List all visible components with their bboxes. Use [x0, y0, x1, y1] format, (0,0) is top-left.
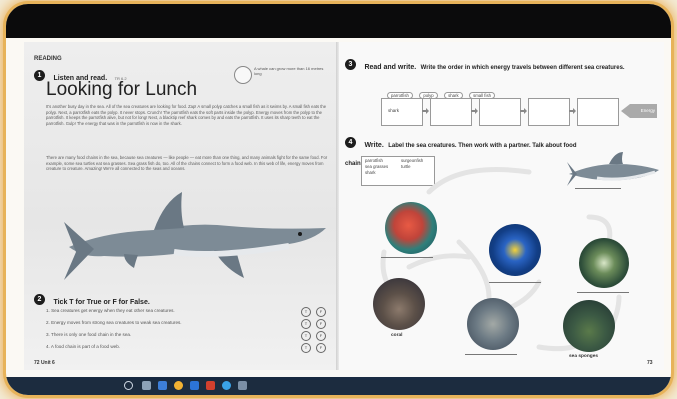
shark-illustration — [64, 192, 326, 280]
coral-photo — [373, 278, 425, 330]
statement-text: 2. Energy moves from strong sea creature… — [46, 320, 182, 325]
app-icon[interactable] — [206, 381, 215, 390]
window-top-bar — [6, 4, 671, 38]
right-book-page: 3 Read and write. Write the order in whi… — [339, 42, 664, 370]
left-book-page: READING 1 Listen and read. TR 6.2 Lookin… — [24, 42, 337, 370]
app-icon[interactable] — [190, 381, 199, 390]
true-option[interactable]: T — [301, 331, 311, 341]
activity2-header: 2 Tick T for True or F for False. — [34, 291, 150, 309]
answer-line[interactable] — [577, 292, 629, 293]
answer-line[interactable] — [489, 282, 541, 283]
true-option[interactable]: T — [301, 343, 311, 353]
false-option[interactable]: F — [316, 343, 326, 353]
answer-line[interactable] — [575, 188, 621, 189]
answer-line[interactable] — [465, 354, 517, 355]
sponges-label: sea sponges — [569, 354, 599, 359]
story-title: Looking for Lunch — [46, 79, 198, 100]
left-page-footer: 72 Unit 6 — [34, 360, 55, 366]
search-icon[interactable] — [124, 381, 133, 390]
statement-row: 4. A food chain is part of a food web. T… — [46, 343, 331, 353]
surgeonfish-photo — [489, 224, 541, 276]
browser-icon[interactable] — [174, 381, 183, 390]
activity1-number: 1 — [34, 70, 45, 82]
app-icon[interactable] — [158, 381, 167, 390]
activity2-title: Tick T for True or F for False. — [53, 299, 150, 306]
taskbar — [6, 377, 671, 395]
turtle-photo — [579, 238, 629, 288]
screen-frame: READING 1 Listen and read. TR 6.2 Lookin… — [6, 4, 671, 395]
app-icon[interactable] — [222, 381, 231, 390]
statement-text: 4. A food chain is part of a food web. — [46, 344, 121, 349]
statement-row: 1. Sea creatures get energy when they ea… — [46, 307, 331, 317]
fact-badge-icon — [234, 66, 252, 84]
statement-text: 1. Sea creatures get energy when they ea… — [46, 308, 175, 313]
parrotfish-photo — [385, 202, 437, 254]
task-view-icon[interactable] — [142, 381, 151, 390]
activity2-number: 2 — [34, 294, 45, 306]
coral-label: coral — [391, 333, 403, 338]
statement-row: 2. Energy moves from strong sea creature… — [46, 319, 331, 329]
app-icon[interactable] — [238, 381, 247, 390]
false-option[interactable]: F — [316, 307, 326, 317]
true-option[interactable]: T — [301, 307, 311, 317]
sea-sponges-photo — [563, 300, 615, 352]
statement-text: 3. There is only one food chain in the s… — [46, 332, 132, 337]
false-option[interactable]: F — [316, 331, 326, 341]
false-option[interactable]: F — [316, 319, 326, 329]
sea-grasses-photo — [467, 298, 519, 350]
answer-line[interactable] — [381, 257, 433, 258]
statement-row: 3. There is only one food chain in the s… — [46, 331, 331, 341]
true-option[interactable]: T — [301, 319, 311, 329]
section-label: READING — [34, 56, 62, 62]
shark-photo — [567, 152, 659, 186]
right-page-footer: 73 — [647, 360, 653, 366]
paragraph-1: It's another busy day in the sea. All of… — [46, 104, 327, 126]
fact-bubble: A whale can grow more than 16 metres lon… — [254, 66, 324, 76]
paragraph-2: There are many food chains in the sea, b… — [46, 155, 328, 172]
